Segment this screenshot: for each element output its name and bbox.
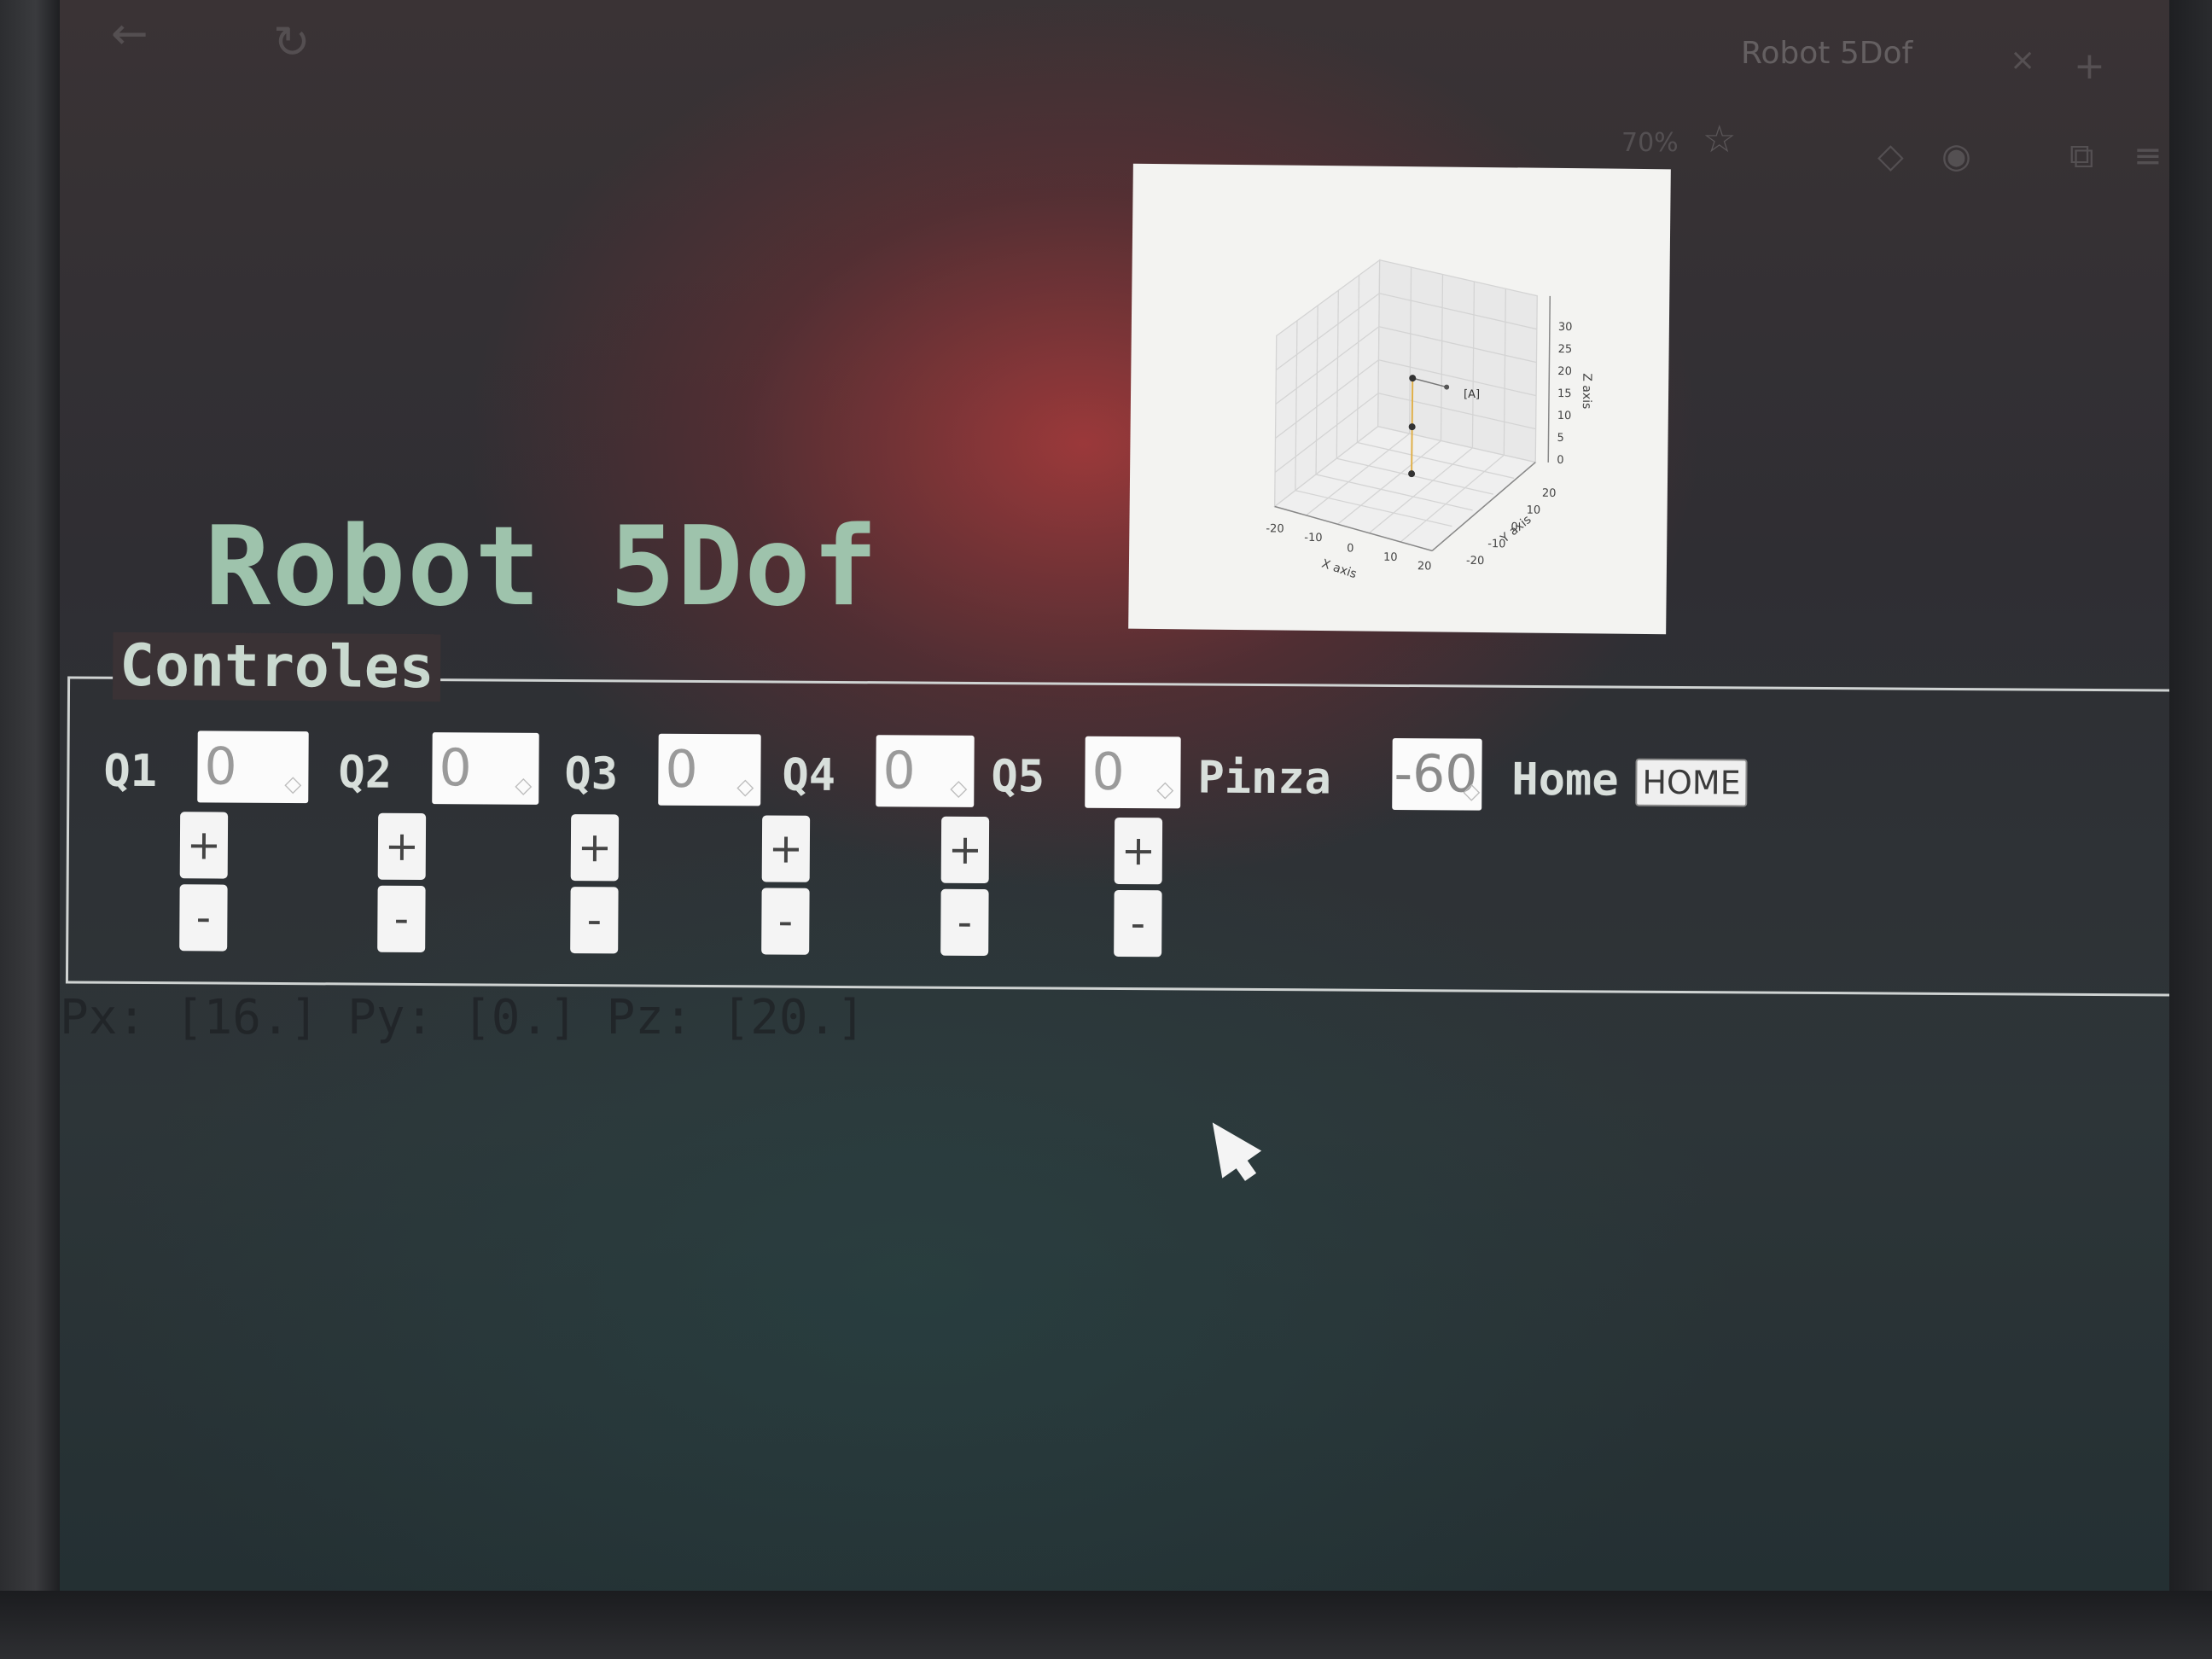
- spinner-icon[interactable]: ◇: [736, 751, 754, 823]
- z-tick: 20: [1557, 365, 1572, 378]
- x-tick: -20: [1266, 522, 1284, 535]
- q1-plus-button[interactable]: +: [179, 812, 229, 879]
- spinner-icon[interactable]: ◇: [950, 753, 968, 824]
- pinza-plus-button[interactable]: +: [1114, 817, 1163, 885]
- spinner-icon[interactable]: ◇: [1156, 754, 1174, 825]
- q3-label: Q3: [564, 748, 619, 800]
- q5-minus-button[interactable]: -: [940, 888, 989, 957]
- monitor-bezel-right: [2169, 0, 2212, 1659]
- account-icon[interactable]: ◉: [1941, 137, 1971, 176]
- x-tick: 0: [1347, 542, 1353, 555]
- y-tick: -20: [1466, 555, 1484, 568]
- monitor-bezel-left: [0, 0, 60, 1659]
- x-axis-label: X axis: [1320, 557, 1359, 582]
- q5-label: Q5: [991, 751, 1045, 803]
- new-tab-button[interactable]: +: [2074, 44, 2105, 88]
- z-tick: 15: [1557, 387, 1572, 400]
- mouse-cursor-icon: [1192, 1109, 1262, 1179]
- z-tick: 0: [1557, 454, 1563, 467]
- screen: ← ↻ Robot 5Dof × + 70% ☆ ◇ ◉ ⧉ ≡ Robot 5…: [60, 0, 2169, 1591]
- y-tick: 10: [1527, 504, 1541, 517]
- zoom-level[interactable]: 70%: [1621, 128, 1679, 158]
- spinner-icon[interactable]: ◇: [1463, 755, 1481, 827]
- q1-input[interactable]: 0 ◇: [197, 731, 309, 804]
- y-tick: 20: [1542, 487, 1557, 500]
- bookmark-star-icon[interactable]: ☆: [1703, 118, 1736, 161]
- q5-value: 0: [1091, 742, 1125, 803]
- joint-row: Q1 0 ◇ Q2 0 ◇ Q3 0 ◇ Q4 0 ◇ Q5 0 ◇ Pinza…: [103, 731, 2152, 824]
- q2-input[interactable]: 0 ◇: [432, 732, 539, 805]
- q1-label: Q1: [103, 745, 158, 798]
- home-label: Home: [1511, 754, 1619, 806]
- spinner-icon[interactable]: ◇: [515, 750, 533, 822]
- robot-3d-plot: -20 -10 0 10 20 X axis 20 10 0 -10 -20 Y…: [1128, 163, 1671, 635]
- position-readout: Px: [16.] Py: [0.] Pz: [20.]: [60, 990, 866, 1045]
- y-axis-label: Y axis: [1498, 513, 1534, 546]
- controls-legend: Controles: [112, 632, 441, 702]
- home-button[interactable]: HOME: [1635, 758, 1748, 807]
- q2-minus-button[interactable]: -: [377, 885, 426, 953]
- menu-icon[interactable]: ≡: [2133, 137, 2163, 176]
- z-tick: 30: [1558, 321, 1573, 334]
- pinza-label: Pinza: [1197, 752, 1332, 805]
- z-axis-label: Z axis: [1580, 373, 1593, 409]
- tab-title[interactable]: Robot 5Dof: [1741, 36, 1912, 71]
- monitor-bezel-bottom: [0, 1591, 2212, 1659]
- pinza-minus-button[interactable]: -: [1114, 889, 1162, 958]
- x-tick: 10: [1383, 551, 1398, 564]
- controls-fieldset: Controles Q1 0 ◇ Q2 0 ◇ Q3 0 ◇ Q4 0 ◇ Q5: [65, 632, 2169, 997]
- plot-svg: -20 -10 0 10 20 X axis 20 10 0 -10 -20 Y…: [1266, 259, 1593, 582]
- q3-minus-button[interactable]: -: [570, 887, 619, 954]
- q3-value: 0: [665, 739, 698, 800]
- tab-close-icon[interactable]: ×: [2010, 43, 2035, 78]
- z-tick: 10: [1557, 410, 1572, 422]
- q2-value: 0: [439, 738, 472, 799]
- z-tick: 5: [1557, 432, 1563, 445]
- q4-label: Q4: [782, 749, 836, 801]
- x-tick: 20: [1417, 560, 1432, 573]
- q4-input[interactable]: 0 ◇: [876, 735, 975, 807]
- q2-plus-button[interactable]: +: [377, 812, 427, 881]
- q4-value: 0: [882, 741, 916, 801]
- q1-minus-button[interactable]: -: [179, 884, 228, 952]
- q5-input[interactable]: 0 ◇: [1085, 736, 1181, 809]
- q2-label: Q2: [338, 747, 393, 799]
- q3-input[interactable]: 0 ◇: [658, 733, 761, 806]
- pinza-input[interactable]: -60 ◇: [1392, 737, 1482, 811]
- plot-grid: [1273, 259, 1538, 552]
- q4-plus-button[interactable]: +: [761, 815, 811, 882]
- extensions-icon[interactable]: ⧉: [2069, 137, 2094, 176]
- q4-minus-button[interactable]: -: [761, 888, 810, 955]
- page-title: Robot 5Dof: [205, 504, 880, 631]
- back-icon[interactable]: ←: [111, 9, 148, 60]
- x-tick: -10: [1304, 532, 1322, 544]
- gripper-marker: [A]: [1464, 388, 1480, 401]
- q1-value: 0: [204, 736, 237, 797]
- pocket-icon[interactable]: ◇: [1877, 137, 1904, 176]
- z-tick: 25: [1558, 343, 1573, 356]
- q5-plus-button[interactable]: +: [940, 816, 990, 884]
- browser-toolbar: ← ↻ Robot 5Dof × + 70% ☆ ◇ ◉ ⧉ ≡: [60, 0, 2169, 196]
- spinner-icon[interactable]: ◇: [284, 748, 302, 820]
- reload-icon[interactable]: ↻: [273, 17, 311, 68]
- q3-plus-button[interactable]: +: [570, 814, 620, 882]
